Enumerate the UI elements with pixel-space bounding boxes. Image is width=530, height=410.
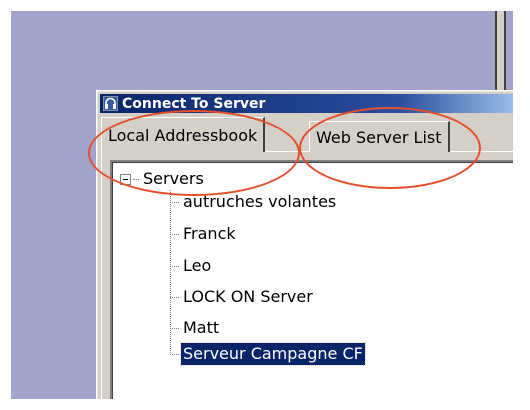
tree-connector — [170, 327, 179, 329]
tab-strip: Local Addressbook Web Server List — [101, 117, 513, 152]
tab-label: Web Server List — [316, 127, 442, 147]
tree-root-servers[interactable]: Servers — [120, 166, 206, 192]
tree-item-label: Franck — [183, 224, 236, 243]
tree-item[interactable]: Matt — [170, 316, 221, 340]
background-window-edge — [495, 11, 506, 94]
tree-connector — [170, 353, 179, 355]
tree-item[interactable]: Franck — [170, 222, 238, 246]
tree-item-label: Leo — [183, 256, 212, 275]
tree-item-selected[interactable]: Serveur Campagne CF — [170, 342, 366, 366]
tree-root-label: Servers — [143, 169, 204, 188]
title-bar[interactable]: Connect To Server — [100, 94, 513, 113]
tree-item-label: LOCK ON Server — [183, 287, 313, 306]
tab-label: Local Addressbook — [108, 125, 258, 145]
tab-web-server-list[interactable]: Web Server List — [309, 121, 450, 152]
tab-panel: Servers autruches volantes Franck Leo LO… — [101, 151, 513, 399]
tree-item[interactable]: LOCK ON Server — [170, 285, 315, 309]
tree-item-label: autruches volantes — [183, 192, 337, 211]
connect-to-server-window: Connect To Server Local Addressbook Web … — [96, 90, 513, 399]
tree-connector — [170, 201, 179, 203]
server-tree[interactable]: Servers autruches volantes Franck Leo LO… — [110, 160, 513, 399]
tree-connector — [170, 296, 179, 298]
tree-connector — [170, 265, 179, 267]
tab-local-addressbook[interactable]: Local Addressbook — [101, 117, 266, 152]
tree-collapse-icon[interactable] — [120, 173, 131, 185]
tree-item-label: Serveur Campagne CF — [180, 342, 366, 366]
desktop-background: Connect To Server Local Addressbook Web … — [11, 11, 513, 399]
headphones-icon — [102, 96, 118, 112]
window-title: Connect To Server — [122, 95, 266, 112]
tree-item[interactable]: autruches volantes — [170, 190, 338, 214]
tree-item-label: Matt — [183, 318, 220, 337]
tree-connector — [133, 178, 139, 180]
tree-item[interactable]: Leo — [170, 254, 213, 278]
tree-connector — [170, 233, 179, 235]
